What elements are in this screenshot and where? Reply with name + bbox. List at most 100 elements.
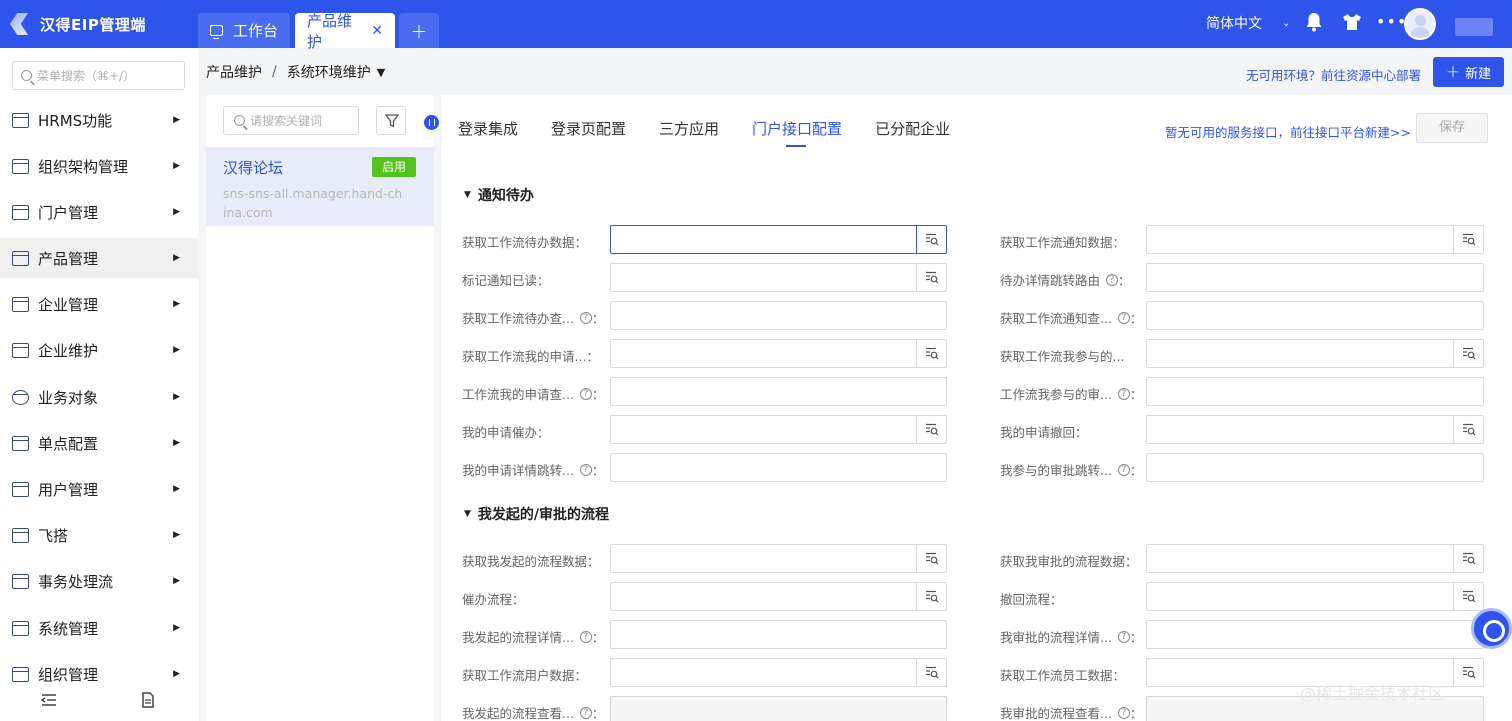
lookup-input[interactable] [610, 225, 947, 254]
tab-login-integration[interactable]: 登录集成 [458, 95, 518, 155]
lookup-button[interactable] [916, 659, 946, 686]
lookup-button[interactable] [916, 416, 946, 443]
panel-collapse-icon[interactable] [424, 115, 439, 130]
new-button[interactable]: + 新建 [1433, 57, 1504, 87]
more-icon[interactable]: ••• [1376, 12, 1407, 31]
text-input[interactable] [1146, 453, 1484, 482]
avatar[interactable] [1404, 8, 1436, 40]
lookup-input[interactable] [610, 582, 947, 611]
theme-shirt-icon[interactable] [1342, 13, 1362, 31]
app-logo[interactable]: 汉得EIP管理端 [10, 10, 146, 38]
caret-down-icon[interactable]: ▼ [377, 66, 385, 79]
sidebar-item-product[interactable]: 产品管理 ▶ [0, 238, 198, 278]
sidebar-item-enterprise[interactable]: 企业管理 ▶ [0, 284, 198, 324]
lookup-input[interactable] [1146, 582, 1484, 611]
lookup-button[interactable] [1453, 659, 1483, 686]
help-icon[interactable]: ? [1117, 706, 1130, 719]
help-icon[interactable]: ? [1117, 387, 1130, 400]
help-icon[interactable]: ? [1117, 463, 1130, 476]
help-icon[interactable]: ? [579, 630, 592, 643]
lookup-button[interactable] [916, 226, 946, 253]
field-label: 获取工作流待办查...?： [462, 308, 612, 327]
create-interface-link[interactable]: 暂无可用的服务接口，前往接口平台新建>> [1165, 122, 1411, 141]
lookup-button[interactable] [1453, 583, 1483, 610]
sidebar-item-feida[interactable]: 飞搭 ▶ [0, 515, 198, 555]
bell-icon[interactable] [1305, 12, 1323, 32]
lookup-input[interactable] [610, 339, 947, 368]
document-icon[interactable] [140, 692, 156, 708]
text-input[interactable] [610, 377, 947, 406]
save-button[interactable]: 保存 [1416, 113, 1488, 143]
close-icon[interactable]: ✕ [371, 23, 383, 39]
text-input[interactable] [610, 620, 947, 649]
field-label-text: 获取工作流员工数据： [1000, 668, 1126, 683]
help-icon[interactable]: ? [1117, 630, 1130, 643]
field-label: 获取工作流用户数据： [462, 665, 612, 684]
lookup-input[interactable] [610, 415, 947, 444]
lookup-input[interactable] [1146, 225, 1484, 254]
keyword-search-input[interactable]: 请搜索关键词 [223, 106, 359, 135]
username-mask[interactable] [1455, 18, 1493, 36]
text-input[interactable] [1146, 301, 1484, 330]
menu-search-input[interactable]: 菜单搜索（⌘+/） [12, 61, 185, 90]
lookup-button[interactable] [1453, 340, 1483, 367]
sidebar-item-sso[interactable]: 单点配置 ▶ [0, 423, 198, 463]
collapse-menu-icon[interactable] [41, 692, 57, 708]
sidebar-item-org-structure[interactable]: 组织架构管理 ▶ [0, 146, 198, 186]
section-notifications[interactable]: ▼ 通知待办 [464, 185, 534, 205]
text-input[interactable] [1146, 377, 1484, 406]
tab-login-page-config[interactable]: 登录页配置 [551, 95, 626, 155]
sidebar-item-users[interactable]: 用户管理 ▶ [0, 469, 198, 509]
lookup-input[interactable] [1146, 415, 1484, 444]
lookup-button[interactable] [916, 340, 946, 367]
help-icon[interactable]: ? [1117, 311, 1130, 324]
sidebar-item-hrms[interactable]: HRMS功能 ▶ [0, 100, 198, 140]
breadcrumb-parent[interactable]: 产品维护 [206, 62, 262, 82]
breadcrumb-current[interactable]: 系统环境维护 [287, 62, 371, 82]
lookup-input[interactable] [1146, 339, 1484, 368]
sidebar-item-portal[interactable]: 门户管理 ▶ [0, 192, 198, 232]
sidebar-item-enterprise-maint[interactable]: 企业维护 ▶ [0, 330, 198, 370]
text-input[interactable] [1146, 620, 1484, 649]
lookup-button[interactable] [1453, 416, 1483, 443]
help-icon[interactable]: ? [579, 387, 592, 400]
sidebar-item-system[interactable]: 系统管理 ▶ [0, 608, 198, 648]
tab-product-maintenance[interactable]: 产品维护 ✕ [295, 12, 395, 51]
lookup-button[interactable] [916, 264, 946, 291]
tab-portal-interface-config[interactable]: 门户接口配置 [752, 95, 842, 155]
text-input[interactable] [610, 301, 947, 330]
lookup-button[interactable] [1453, 226, 1483, 253]
filter-button[interactable] [376, 106, 406, 135]
lookup-button[interactable] [916, 583, 946, 610]
tab-workbench[interactable]: 工作台 [198, 13, 290, 48]
tab-assigned-enterprises[interactable]: 已分配企业 [875, 95, 950, 155]
lookup-button[interactable] [1453, 545, 1483, 572]
help-icon[interactable]: ? [1106, 273, 1119, 286]
caret-right-icon: ▶ [173, 253, 180, 263]
lookup-input[interactable] [610, 263, 947, 292]
plus-icon: + [410, 18, 428, 43]
language-selector[interactable]: 简体中文 ⌄ [1206, 13, 1290, 33]
list-item[interactable]: 汉得论坛 启用 sns-sns-all.manager.hand-china.c… [206, 147, 434, 226]
sidebar-item-workflow[interactable]: 事务处理流 ▶ [0, 561, 198, 601]
text-input[interactable] [1146, 263, 1484, 292]
sidebar-item-business-object[interactable]: 业务对象 ▶ [0, 377, 198, 417]
env-deploy-link[interactable]: 无可用环境？前往资源中心部署 [1246, 65, 1421, 84]
section-processes[interactable]: ▼ 我发起的/审批的流程 [464, 504, 609, 524]
lookup-button[interactable] [916, 545, 946, 572]
app-title: 汉得EIP管理端 [40, 15, 146, 34]
text-input[interactable] [610, 453, 947, 482]
menu-search-placeholder: 菜单搜索（⌘+/） [37, 69, 136, 83]
lookup-input[interactable] [1146, 544, 1484, 573]
label-colon: ： [1129, 706, 1143, 721]
help-icon[interactable]: ? [579, 463, 592, 476]
tab-third-party-apps[interactable]: 三方应用 [659, 95, 719, 155]
help-icon[interactable]: ? [579, 311, 592, 324]
chat-help-icon[interactable] [1471, 608, 1512, 649]
add-tab-button[interactable]: + [399, 13, 439, 48]
lookup-input[interactable] [610, 544, 947, 573]
help-icon[interactable]: ? [579, 706, 592, 719]
text-input[interactable] [610, 696, 947, 721]
lookup-input[interactable] [610, 658, 947, 687]
field-label: 获取工作流通知数据： [1000, 232, 1150, 251]
